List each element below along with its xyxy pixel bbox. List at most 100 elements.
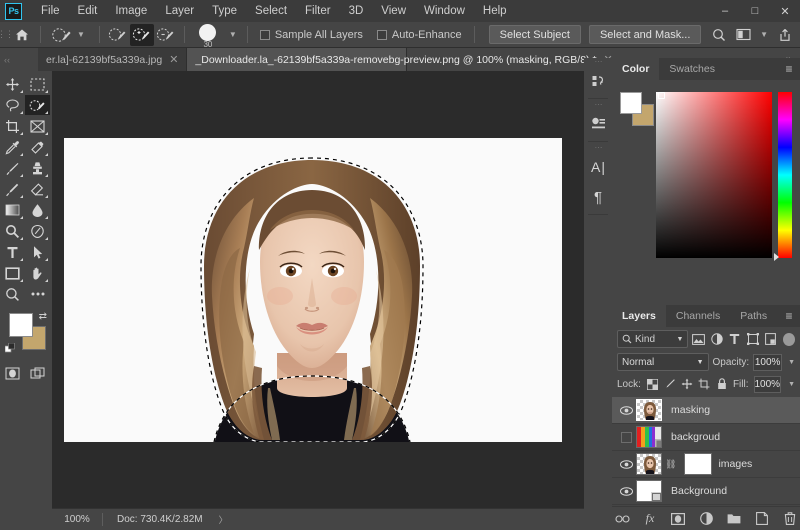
layer-row-background[interactable]: Background [612, 478, 800, 505]
search-icon[interactable] [708, 24, 730, 46]
hand-tool[interactable] [25, 263, 50, 283]
layer-thumbnail[interactable] [636, 399, 662, 421]
lock-transparent-pixels-icon[interactable] [646, 375, 658, 393]
lock-position-icon[interactable] [681, 375, 693, 393]
lock-image-pixels-icon[interactable] [663, 375, 675, 393]
auto-enhance-checkbox[interactable]: Auto-Enhance [376, 29, 462, 41]
layer-name[interactable]: images [718, 458, 752, 470]
path-selection-tool[interactable] [25, 242, 50, 262]
menu-item-select[interactable]: Select [246, 0, 296, 22]
foreground-color-swatch[interactable] [620, 92, 642, 114]
panel-menu-icon[interactable]: ≡ [778, 58, 800, 80]
blend-mode-select[interactable]: Normal ▼ [617, 353, 709, 371]
filter-toggle-switch[interactable] [782, 332, 795, 346]
tab-bar-grip[interactable]: ‹‹ [0, 48, 14, 71]
close-icon[interactable]: ✕ [169, 53, 178, 66]
rail-grip[interactable]: ⋯ [584, 101, 612, 109]
smart-object-filter-icon[interactable] [763, 330, 778, 348]
brush-size-control[interactable]: 30 [191, 22, 225, 49]
document-tab-inactive[interactable]: er.la]-62139bf5a339a.jpg ✕ [38, 48, 188, 71]
layer-name[interactable]: backgroud [671, 431, 720, 443]
hue-strip[interactable] [778, 92, 792, 258]
dodge-tool[interactable] [0, 221, 25, 241]
menu-item-filter[interactable]: Filter [296, 0, 340, 22]
foreground-color-swatch[interactable] [9, 313, 33, 337]
blur-tool[interactable] [25, 200, 50, 220]
menu-item-type[interactable]: Type [203, 0, 246, 22]
tab-swatches[interactable]: Swatches [659, 58, 725, 80]
layer-row-backgroud[interactable]: backgroud [612, 424, 800, 451]
edit-toolbar-button[interactable] [25, 284, 50, 304]
lasso-tool[interactable] [0, 95, 25, 115]
close-button[interactable]: ✕ [770, 0, 800, 22]
layer-mask-link-icon[interactable]: ⛓ [665, 459, 676, 470]
adjustments-panel-icon[interactable] [584, 109, 612, 139]
menu-item-file[interactable]: File [32, 0, 69, 22]
gradient-tool[interactable] [0, 200, 25, 220]
layer-thumbnail[interactable] [636, 426, 662, 448]
lock-artboard-icon[interactable] [698, 375, 710, 393]
add-layer-mask-button[interactable] [670, 511, 686, 527]
default-colors-icon[interactable] [4, 342, 15, 353]
swap-colors-icon[interactable]: ⇄ [39, 311, 47, 322]
layer-row-images[interactable]: ⛓ images [612, 451, 800, 478]
crop-tool[interactable] [0, 116, 25, 136]
shape-filter-icon[interactable] [745, 330, 760, 348]
layer-thumbnail[interactable] [636, 453, 662, 475]
tab-channels[interactable]: Channels [666, 305, 730, 327]
arrange-documents-icon[interactable] [732, 24, 754, 46]
chevron-down-icon[interactable]: ▼ [756, 30, 772, 39]
delete-layer-button[interactable] [782, 511, 798, 527]
subtract-from-selection-button[interactable] [154, 24, 178, 46]
zoom-tool[interactable] [0, 284, 25, 304]
history-panel-icon[interactable] [584, 66, 612, 96]
maximize-button[interactable]: □ [740, 0, 770, 22]
layer-visibility-toggle[interactable] [616, 424, 636, 451]
spot-healing-brush-tool[interactable] [25, 137, 50, 157]
status-expand-icon[interactable]: 〉 [219, 513, 228, 526]
eyedropper-tool[interactable] [0, 137, 25, 157]
image-filter-icon[interactable] [691, 330, 706, 348]
document-tab-active[interactable]: _Downloader.la_-62139bf5a339a-removebg-p… [187, 48, 613, 71]
layer-row-masking[interactable]: masking [612, 397, 800, 424]
layer-name[interactable]: masking [671, 404, 710, 416]
chevron-down-icon[interactable]: ▼ [786, 381, 795, 388]
zoom-level[interactable]: 100% [52, 514, 102, 525]
new-selection-button[interactable] [106, 24, 130, 46]
menu-item-3d[interactable]: 3D [340, 0, 373, 22]
lock-all-icon[interactable] [716, 375, 728, 393]
menu-item-edit[interactable]: Edit [69, 0, 107, 22]
quick-mask-mode-icon[interactable] [0, 363, 25, 383]
layer-visibility-toggle[interactable] [616, 478, 636, 505]
select-subject-button[interactable]: Select Subject [488, 25, 581, 44]
screen-mode-icon[interactable] [25, 363, 50, 383]
document-canvas[interactable] [64, 138, 562, 443]
home-icon[interactable] [10, 23, 34, 47]
new-layer-button[interactable] [754, 511, 770, 527]
canvas-area[interactable] [52, 71, 584, 508]
document-tab-1[interactable] [14, 48, 38, 71]
menu-item-layer[interactable]: Layer [156, 0, 203, 22]
type-tool[interactable] [0, 242, 25, 262]
clone-stamp-tool[interactable] [25, 158, 50, 178]
layer-style-button[interactable]: fx [642, 511, 658, 527]
menu-item-help[interactable]: Help [474, 0, 516, 22]
rectangular-marquee-tool[interactable] [25, 74, 50, 94]
rail-grip[interactable]: ⋯ [584, 144, 612, 152]
tab-layers[interactable]: Layers [612, 305, 666, 327]
new-adjustment-layer-button[interactable] [698, 511, 714, 527]
adjustment-filter-icon[interactable] [709, 330, 724, 348]
opacity-value[interactable]: 100% [753, 353, 783, 371]
brush-tool[interactable] [0, 158, 25, 178]
menu-item-window[interactable]: Window [415, 0, 474, 22]
eraser-tool[interactable] [25, 179, 50, 199]
chevron-down-icon[interactable]: ▼ [786, 359, 795, 366]
add-to-selection-button[interactable] [129, 23, 154, 46]
brush-preset-picker[interactable]: ▼ [47, 24, 93, 46]
select-and-mask-button[interactable]: Select and Mask... [588, 25, 702, 44]
history-brush-tool[interactable] [0, 179, 25, 199]
color-field[interactable] [656, 92, 772, 258]
panel-menu-icon[interactable]: ≡ [778, 305, 800, 327]
type-filter-icon[interactable] [727, 330, 742, 348]
quick-selection-tool[interactable] [25, 95, 50, 115]
